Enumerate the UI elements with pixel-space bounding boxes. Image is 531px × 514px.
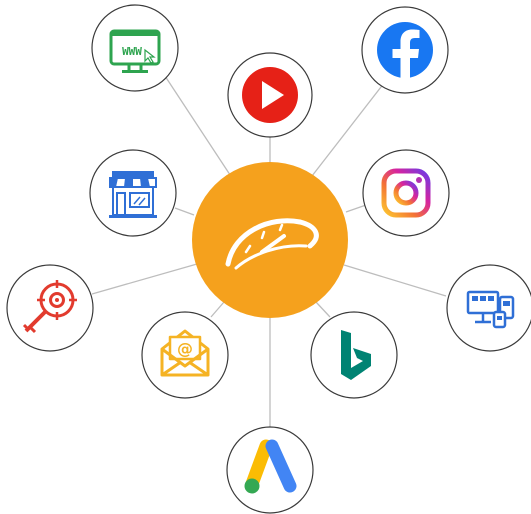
connector-keyword bbox=[91, 263, 198, 295]
bing-node[interactable] bbox=[310, 311, 398, 399]
website-node[interactable]: WWW bbox=[91, 4, 179, 92]
marketing-channels-hub-diagram: WWW @ bbox=[6, 4, 531, 514]
keyword-target-node[interactable] bbox=[6, 264, 94, 352]
youtube-node[interactable] bbox=[227, 52, 313, 138]
www-text: WWW bbox=[122, 45, 142, 58]
hub-circle bbox=[192, 162, 348, 318]
connector-display bbox=[343, 264, 447, 297]
storefront-node[interactable] bbox=[89, 149, 177, 237]
instagram-node[interactable] bbox=[362, 149, 450, 237]
connector-email bbox=[210, 301, 225, 318]
at-sign-icon: @ bbox=[177, 339, 193, 358]
connector-store bbox=[174, 207, 195, 216]
display-node[interactable] bbox=[446, 264, 531, 352]
hub-node bbox=[192, 162, 348, 318]
connector-bing bbox=[315, 301, 331, 318]
google-ads-node[interactable] bbox=[226, 426, 314, 514]
connector-instagram bbox=[345, 204, 367, 213]
storefront-icon bbox=[109, 171, 157, 218]
email-icon: @ bbox=[160, 329, 210, 377]
email-node[interactable]: @ bbox=[141, 311, 229, 399]
facebook-node[interactable] bbox=[361, 6, 449, 94]
youtube-icon bbox=[242, 67, 298, 123]
